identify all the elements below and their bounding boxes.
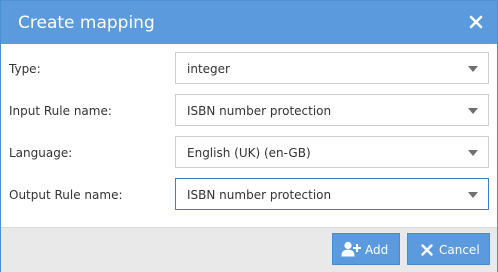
dialog-titlebar: Create mapping xyxy=(1,1,497,44)
input-rule-select-value: ISBN number protection xyxy=(187,104,332,118)
input-rule-row: Input Rule name: ISBN number protection xyxy=(4,94,494,128)
output-rule-select[interactable]: ISBN number protection xyxy=(175,178,489,210)
input-rule-label: Input Rule name: xyxy=(9,104,112,118)
output-rule-label: Output Rule name: xyxy=(9,188,123,202)
type-select[interactable]: integer xyxy=(175,52,489,84)
chevron-down-icon xyxy=(468,108,478,114)
dialog-title: Create mapping xyxy=(18,13,155,33)
type-label: Type: xyxy=(9,62,41,76)
language-select-value: English (UK) (en-GB) xyxy=(187,146,311,160)
language-select[interactable]: English (UK) (en-GB) xyxy=(175,136,489,168)
dialog-footer: Add Cancel xyxy=(1,227,497,272)
chevron-down-icon xyxy=(468,192,478,198)
close-icon xyxy=(420,242,434,261)
create-mapping-dialog: Create mapping Type: integer Input Rule … xyxy=(0,0,498,272)
type-row: Type: integer xyxy=(4,52,494,86)
add-button[interactable]: Add xyxy=(332,233,400,265)
close-icon[interactable] xyxy=(467,13,485,31)
language-row: Language: English (UK) (en-GB) xyxy=(4,136,494,170)
add-button-label: Add xyxy=(365,243,389,257)
dialog-body: Type: integer Input Rule name: ISBN numb… xyxy=(4,46,494,226)
language-label: Language: xyxy=(9,146,73,160)
type-select-value: integer xyxy=(187,62,230,76)
chevron-down-icon xyxy=(468,66,478,72)
chevron-down-icon xyxy=(468,150,478,156)
input-rule-select[interactable]: ISBN number protection xyxy=(175,94,489,126)
output-rule-row: Output Rule name: ISBN number protection xyxy=(4,178,494,212)
cancel-button-label: Cancel xyxy=(439,243,480,257)
add-user-icon xyxy=(341,241,361,261)
output-rule-select-value: ISBN number protection xyxy=(187,188,332,202)
cancel-button[interactable]: Cancel xyxy=(407,233,490,265)
